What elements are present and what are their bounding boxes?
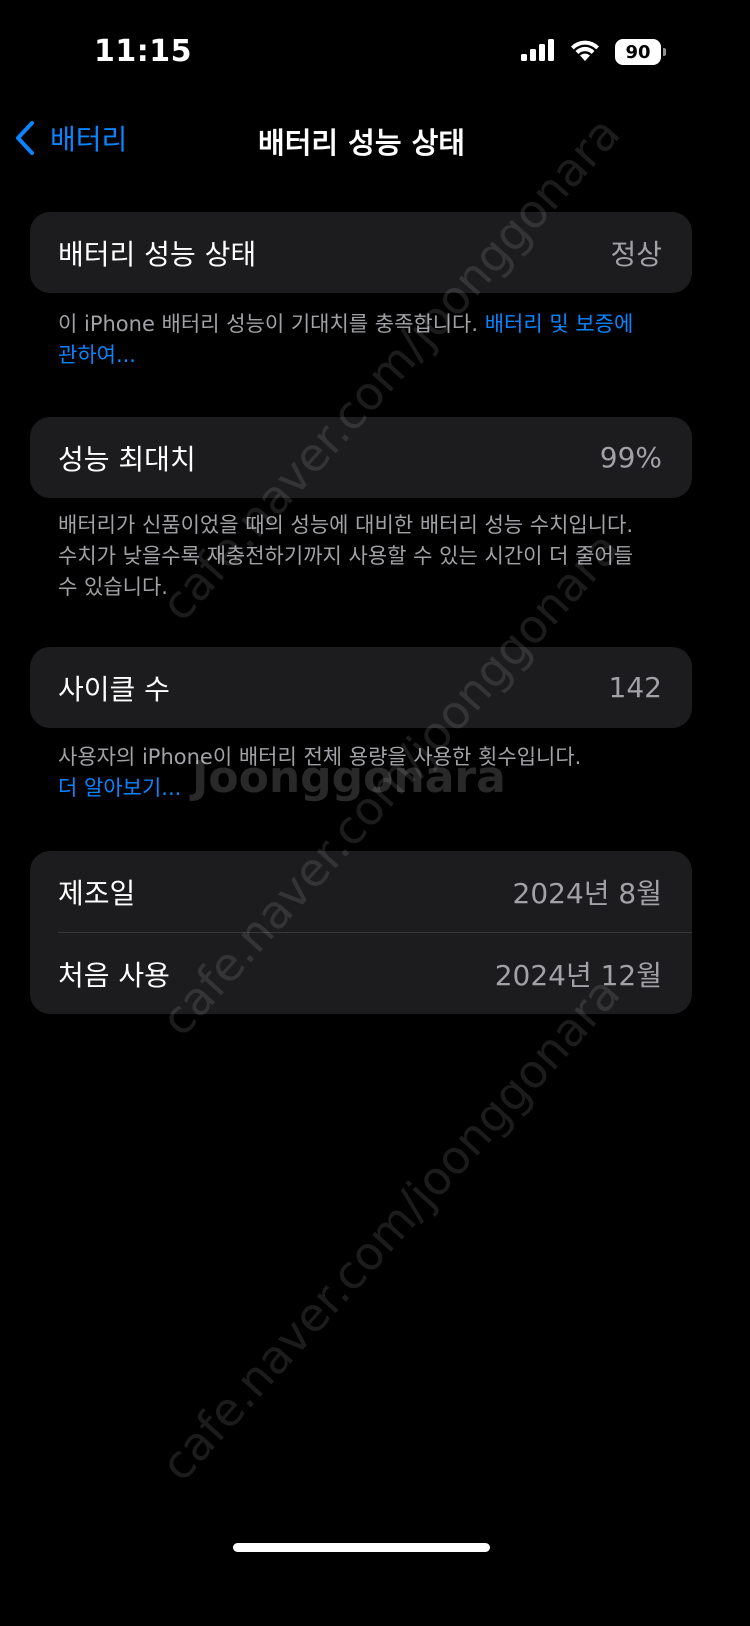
cycle-count-row: 사이클 수 142 [30, 647, 692, 728]
status-time: 11:15 [94, 34, 192, 69]
max-capacity-label: 성능 최대치 [58, 442, 196, 476]
first-use-value: 2024년 12월 [494, 958, 662, 992]
manufacture-date-label: 제조일 [58, 876, 136, 910]
battery-health-note: 이 iPhone 배터리 성능이 기대치를 충족합니다. [58, 312, 485, 336]
battery-icon: 90 [615, 39, 666, 65]
cycle-count-note: 사용자의 iPhone이 배터리 전체 용량을 사용한 횟수입니다. [58, 745, 582, 769]
learn-more-link[interactable]: 더 알아보기... [58, 773, 658, 804]
max-capacity-value: 99% [599, 441, 662, 474]
battery-health-card: 배터리 성능 상태 정상 [30, 212, 692, 293]
manufacture-date-value: 2024년 8월 [512, 876, 663, 910]
navigation-bar: 배터리 배터리 성능 상태 [0, 110, 723, 166]
status-bar: 11:15 90 [0, 0, 723, 100]
max-capacity-footnote: 배터리가 신품이었을 때의 성능에 대비한 배터리 성능 수치입니다. 수치가 … [58, 513, 634, 599]
first-use-row: 처음 사용 2024년 12월 [30, 933, 692, 1014]
home-indicator[interactable] [233, 1543, 490, 1552]
page-title: 배터리 성능 상태 [258, 126, 465, 160]
cycle-count-value: 142 [608, 671, 662, 704]
cycle-count-footnote: 사용자의 iPhone이 배터리 전체 용량을 사용한 횟수입니다. 더 알아보… [58, 742, 658, 804]
battery-health-value: 정상 [610, 237, 662, 271]
first-use-label: 처음 사용 [58, 958, 170, 992]
max-capacity-card: 성능 최대치 99% [30, 417, 692, 498]
manufacture-date-row: 제조일 2024년 8월 [30, 851, 692, 932]
battery-health-label: 배터리 성능 상태 [58, 237, 257, 271]
cellular-signal-icon [521, 39, 555, 65]
watermark-text: cafe.naver.com/joonggonara [150, 966, 631, 1492]
wifi-icon [569, 38, 601, 66]
cycle-count-label: 사이클 수 [58, 672, 170, 706]
max-capacity-row: 성능 최대치 99% [30, 417, 692, 498]
battery-level: 90 [625, 41, 651, 63]
status-icons: 90 [521, 38, 666, 66]
battery-health-footnote: 이 iPhone 배터리 성능이 기대치를 충족합니다. 배터리 및 보증에 관… [58, 309, 658, 371]
cycle-count-card: 사이클 수 142 [30, 647, 692, 728]
battery-health-row: 배터리 성능 상태 정상 [30, 212, 692, 293]
dates-card: 제조일 2024년 8월 처음 사용 2024년 12월 [30, 851, 692, 1014]
